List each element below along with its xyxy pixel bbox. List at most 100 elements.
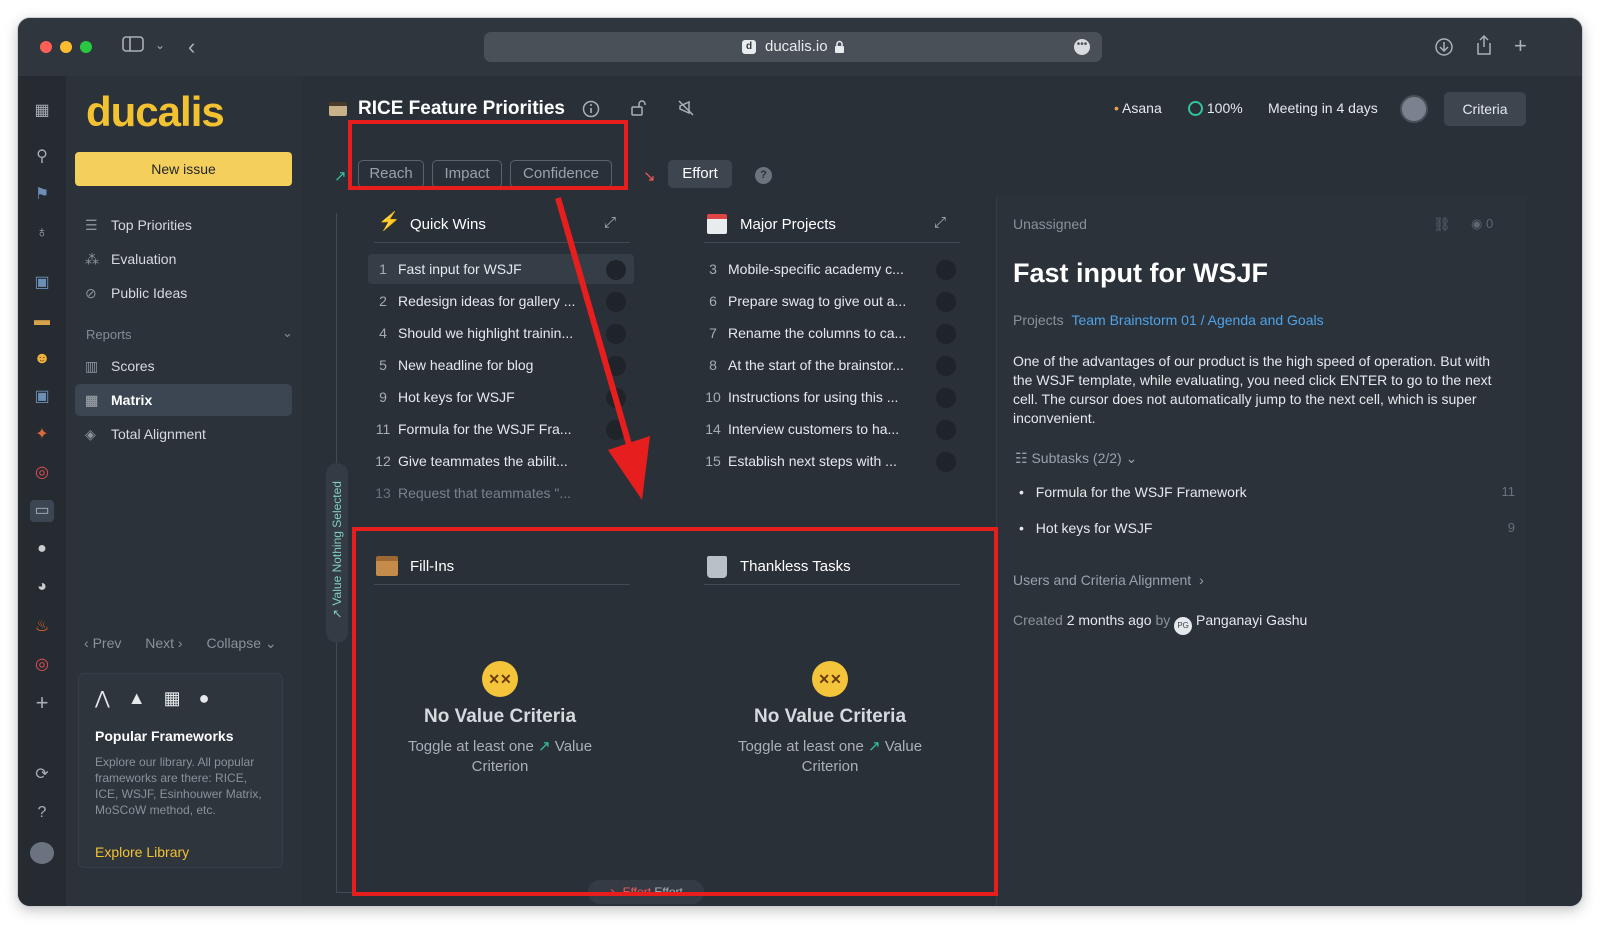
user-avatar[interactable] [1400, 95, 1428, 123]
ball-board-icon[interactable]: ● [30, 538, 54, 560]
alignment-link[interactable]: Users and Criteria Alignment › [1013, 572, 1204, 588]
quadrant-divider [704, 242, 960, 243]
grid-icon[interactable]: ▦ [30, 100, 54, 122]
link-icon[interactable]: ⛓ [1433, 216, 1451, 233]
info-icon[interactable] [582, 100, 600, 118]
views-count: ◉ 0 [1471, 216, 1493, 232]
target-board-icon-2[interactable]: ◎ [30, 654, 54, 676]
assignee[interactable]: Unassigned [1013, 216, 1087, 232]
annotation-box-value-criteria [348, 120, 628, 190]
card-text: Explore our library. All popular framewo… [95, 755, 262, 817]
board-flag-icon[interactable]: ⚑ [30, 184, 54, 206]
estimate-dot[interactable] [936, 292, 956, 312]
ducalis-logo[interactable]: ducalis [86, 88, 225, 136]
explore-library-link[interactable]: Explore Library [95, 844, 189, 860]
asana-integration[interactable]: • Asana [1114, 100, 1162, 116]
estimate-dot[interactable] [936, 324, 956, 344]
expand-icon[interactable]: ⤢ [934, 214, 946, 231]
add-board-icon[interactable]: + [30, 692, 54, 714]
nav-evaluation[interactable]: ⁂ Evaluation [75, 243, 292, 275]
next-button[interactable]: Next › [145, 635, 182, 651]
issue-title[interactable]: Fast input for WSJF [1013, 258, 1268, 289]
list-item[interactable]: 5 New headline for blog [368, 350, 533, 380]
emoji-board-icon[interactable]: ☻ [30, 348, 54, 370]
chevron-down-icon[interactable]: ⌄ [155, 38, 165, 52]
board-shoe-icon[interactable]: ▬ [30, 310, 54, 332]
list-item[interactable]: 10 Instructions for using this ... [698, 382, 898, 412]
user-avatar[interactable] [30, 842, 54, 864]
calendar-icon [707, 214, 727, 234]
subtask-item[interactable]: • Formula for the WSJF Framework 11 [1019, 484, 1515, 500]
asana-label: Asana [1122, 100, 1162, 116]
share-icon[interactable] [1474, 34, 1494, 56]
estimate-dot[interactable] [936, 356, 956, 376]
nav-scores[interactable]: ▥ Scores [75, 350, 292, 382]
author-name[interactable]: Panganayi Gashu [1196, 612, 1307, 628]
grid-framework-icon: ▦ [163, 688, 199, 708]
list-item[interactable]: 3 Mobile-specific academy c... [698, 254, 904, 284]
value-axis-badge[interactable]: ↗ Value Nothing Selected [326, 463, 348, 643]
popular-frameworks-card: ⋀▲▦● Popular Frameworks Explore our libr… [78, 673, 283, 868]
address-bar[interactable]: d ducalis.io ••• [484, 32, 1102, 62]
nav-total-alignment[interactable]: ◈ Total Alignment [75, 418, 292, 450]
list-item[interactable]: 14 Interview customers to ha... [698, 414, 899, 444]
collapse-button[interactable]: Collapse ⌄ [207, 635, 277, 651]
criteria-button[interactable]: Criteria [1444, 92, 1526, 126]
list-item[interactable]: 7 Rename the columns to ca... [698, 318, 906, 348]
help-icon[interactable]: ? [30, 802, 54, 824]
item-label: At the start of the brainstor... [728, 357, 904, 373]
subtask-label: Formula for the WSJF Framework [1035, 484, 1247, 500]
list-item[interactable]: 6 Prepare swag to give out a... [698, 286, 906, 316]
lightbulb-icon[interactable]: ♁ [30, 222, 54, 244]
browser-titlebar: ⌄ ‹ d ducalis.io ••• + [18, 18, 1582, 76]
list-item[interactable]: 9 Hot keys for WSJF [368, 382, 515, 412]
mountain-icon: ⋀ [95, 688, 128, 708]
prev-button[interactable]: ‹ Prev [84, 635, 121, 651]
new-issue-button[interactable]: New issue [75, 152, 292, 186]
nav-matrix[interactable]: ▦ Matrix [75, 384, 292, 416]
target-board-icon[interactable]: ◎ [30, 462, 54, 484]
close-window-button[interactable] [40, 41, 52, 53]
nav-top-priorities[interactable]: ☰ Top Priorities [75, 209, 292, 241]
new-tab-icon[interactable]: + [1514, 33, 1527, 59]
list-item[interactable]: 15 Establish next steps with ... [698, 446, 897, 476]
subtasks-toggle[interactable]: ☷ Subtasks (2/2) ⌄ [1015, 450, 1137, 467]
sidebar-toggle-icon[interactable] [122, 35, 144, 58]
help-icon[interactable]: ? [755, 167, 772, 184]
estimate-dot[interactable] [936, 452, 956, 472]
minimize-window-button[interactable] [60, 41, 72, 53]
reports-section-header[interactable]: Reports ⌄ [86, 325, 293, 342]
bullet-icon: • [1019, 484, 1024, 500]
more-options-icon[interactable]: ••• [1074, 39, 1090, 55]
fire-board-icon[interactable]: ♨ [30, 616, 54, 638]
estimate-dot[interactable] [936, 420, 956, 440]
calendar-board-icon[interactable]: ▣ [30, 272, 54, 294]
item-label: Establish next steps with ... [728, 453, 897, 469]
projects-row: Projects Team Brainstorm 01 / Agenda and… [1013, 312, 1324, 328]
lightning-icon: ⚡ [378, 211, 401, 231]
zoom-window-button[interactable] [80, 41, 92, 53]
runner-board-icon[interactable]: ✦ [30, 424, 54, 446]
calendar-board-icon-2[interactable]: ▣ [30, 386, 54, 408]
author-avatar[interactable]: PG [1174, 617, 1193, 635]
issue-description[interactable]: One of the advantages of our product is … [1013, 352, 1503, 428]
unlock-icon[interactable] [630, 99, 648, 117]
sidebar: ducalis New issue ☰ Top Priorities ⁂ Eva… [66, 76, 302, 906]
search-icon[interactable]: ⚲ [30, 146, 54, 168]
megaphone-off-icon[interactable] [677, 99, 695, 117]
sync-icon[interactable]: ⟳ [30, 764, 54, 786]
download-icon[interactable] [1434, 37, 1454, 57]
subtasks-label: Subtasks (2/2) [1031, 450, 1122, 466]
back-icon[interactable]: ‹ [188, 34, 195, 60]
nav-public-ideas[interactable]: ⊘ Public Ideas [75, 277, 292, 309]
current-board-icon[interactable]: ▭ [30, 500, 54, 522]
list-item[interactable]: 8 At the start of the brainstor... [698, 350, 904, 380]
meeting-status[interactable]: Meeting in 4 days [1268, 100, 1378, 116]
criteria-pill-effort[interactable]: Effort [668, 160, 732, 188]
subtask-item[interactable]: • Hot keys for WSJF 9 [1019, 520, 1515, 536]
project-link[interactable]: Team Brainstorm 01 / Agenda and Goals [1071, 312, 1323, 328]
clock-board-icon[interactable]: ◕ [30, 576, 54, 598]
estimate-dot[interactable] [936, 388, 956, 408]
card-title: Popular Frameworks [95, 728, 234, 744]
estimate-dot[interactable] [936, 260, 956, 280]
